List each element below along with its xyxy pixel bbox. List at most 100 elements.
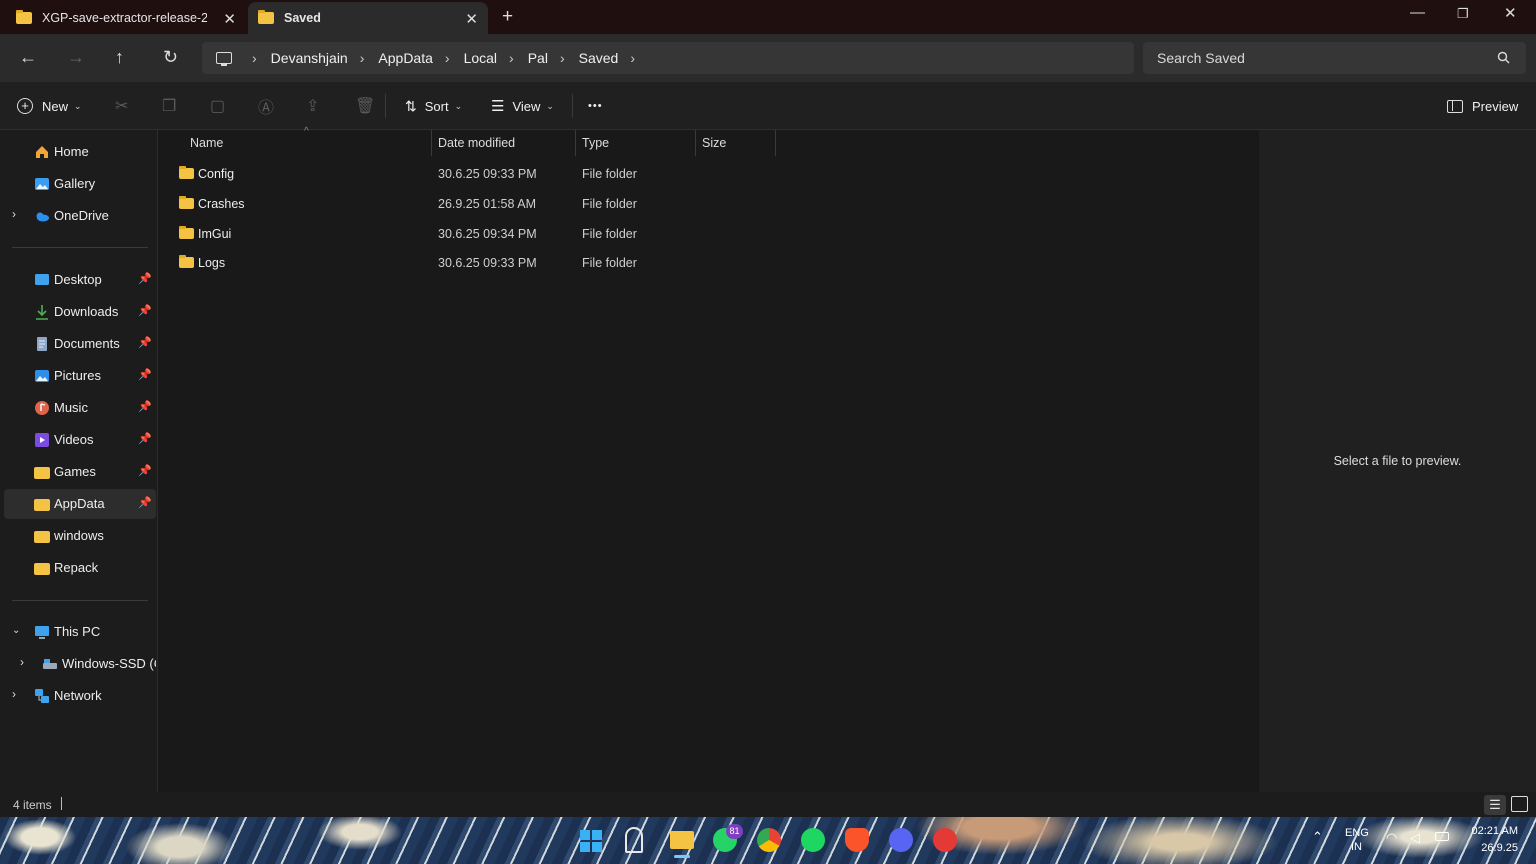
clock-date[interactable]: 26.9.25 [1466, 842, 1518, 854]
sidebar-item-pictures[interactable]: Pictures 📌 [4, 361, 156, 391]
this-pc-icon[interactable] [216, 52, 232, 66]
chevron-right-icon[interactable]: › [20, 655, 24, 669]
share-icon[interactable]: ⇪ [306, 82, 319, 130]
file-date: 26.9.25 01:58 AM [438, 197, 536, 211]
search-input[interactable]: Search Saved [1143, 42, 1526, 74]
sidebar-item-this-pc[interactable]: ⌄ This PC [4, 617, 156, 647]
pin-icon[interactable]: 📌 [138, 496, 152, 509]
sidebar-item-label: Gallery [54, 176, 96, 191]
up-arrow-icon[interactable]: ↑ [115, 47, 124, 68]
restore-button[interactable]: ❐ [1457, 6, 1469, 22]
spotify-icon[interactable] [801, 828, 825, 852]
chrome-icon[interactable] [757, 828, 781, 852]
volume-icon[interactable]: ◁ [1410, 830, 1420, 846]
cut-icon[interactable]: ✂ [115, 82, 128, 130]
file-name: Logs [198, 256, 226, 270]
chevron-up-icon[interactable]: ⌃ [1312, 829, 1323, 845]
chevron-right-icon[interactable]: › [509, 50, 514, 66]
delete-icon[interactable]: 🗑 [355, 82, 375, 130]
tiles-view-icon[interactable] [1511, 796, 1528, 812]
minimize-button[interactable]: — [1410, 4, 1425, 21]
breadcrumb-item[interactable]: Devanshjain [271, 50, 348, 66]
refresh-icon[interactable]: ↻ [163, 47, 178, 68]
file-row[interactable]: Logs 30.6.25 09:33 PM File folder [171, 248, 1247, 278]
windows-start-icon[interactable] [579, 829, 603, 853]
chevron-down-icon[interactable]: ⌄ [12, 625, 20, 636]
breadcrumb-item[interactable]: Pal [528, 50, 548, 66]
new-label: New [42, 98, 69, 114]
sidebar-item-windows[interactable]: windows [4, 521, 156, 551]
rename-icon[interactable]: Ⓐ [258, 82, 274, 130]
sidebar-item-documents[interactable]: Documents 📌 [4, 329, 156, 359]
pin-icon[interactable]: 📌 [138, 368, 152, 381]
breadcrumb-item[interactable]: Local [464, 50, 497, 66]
file-row[interactable]: Crashes 26.9.25 01:58 AM File folder [171, 189, 1247, 219]
breadcrumb-item[interactable]: AppData [378, 50, 432, 66]
brave-icon[interactable] [845, 828, 869, 852]
tab-saved[interactable]: Saved ✕ [248, 2, 488, 34]
file-row[interactable]: ImGui 30.6.25 09:34 PM File folder [171, 219, 1247, 249]
back-arrow-icon[interactable]: ← [19, 47, 37, 68]
youtube-music-icon[interactable] [933, 828, 957, 852]
clock-time[interactable]: 02:21 AM [1466, 825, 1518, 837]
copy-icon[interactable]: ❐ [162, 82, 176, 130]
pin-icon[interactable]: 📌 [138, 336, 152, 349]
details-view-icon[interactable]: ☰ [1484, 795, 1506, 815]
close-window-button[interactable]: ✕ [1504, 4, 1517, 22]
sidebar-item-windows-ssd[interactable]: › Windows-SSD (C:) [4, 649, 156, 679]
chevron-right-icon[interactable]: › [630, 50, 635, 66]
breadcrumb[interactable]: › Devanshjain › AppData › Local › Pal › … [202, 42, 1134, 74]
file-explorer-icon[interactable] [670, 831, 694, 849]
column-header-size[interactable]: Size [696, 130, 776, 156]
pin-icon[interactable]: 📌 [138, 432, 152, 445]
battery-icon[interactable] [1435, 832, 1449, 841]
search-taskbar-icon[interactable] [625, 827, 643, 853]
close-tab-icon[interactable]: ✕ [465, 10, 478, 28]
view-button[interactable]: ☰ View ⌄ [491, 82, 554, 130]
sidebar-item-desktop[interactable]: Desktop 📌 [4, 265, 156, 295]
sidebar-item-appdata[interactable]: AppData 📌 [4, 489, 156, 519]
sidebar-item-network[interactable]: › Network [4, 681, 156, 711]
sort-button[interactable]: ⇅ Sort ⌄ [405, 82, 462, 130]
discord-icon[interactable] [889, 828, 913, 852]
new-tab-button[interactable]: + [502, 6, 513, 28]
chevron-right-icon[interactable]: › [252, 50, 257, 66]
pin-icon[interactable]: 📌 [138, 304, 152, 317]
search-icon[interactable] [1497, 51, 1510, 64]
pin-icon[interactable]: 📌 [138, 464, 152, 477]
file-row[interactable]: Config 30.6.25 09:33 PM File folder [171, 159, 1247, 189]
chevron-right-icon[interactable]: › [360, 50, 365, 66]
chevron-right-icon[interactable]: › [12, 207, 16, 221]
breadcrumb-item[interactable]: Saved [579, 50, 619, 66]
taskbar: 81 ⌃ ENG IN ◠ ◁ 02:21 AM 26.9.25 [0, 817, 1536, 864]
preview-button[interactable]: Preview [1447, 82, 1518, 130]
sidebar-item-gallery[interactable]: Gallery [4, 169, 156, 199]
folder-icon [34, 499, 50, 511]
close-tab-icon[interactable]: ✕ [223, 10, 236, 28]
wifi-icon[interactable]: ◠ [1386, 830, 1397, 846]
chevron-right-icon[interactable]: › [560, 50, 565, 66]
more-options-icon[interactable]: ••• [588, 82, 603, 130]
column-header-type[interactable]: Type [576, 130, 696, 156]
view-list-icon: ☰ [491, 98, 505, 115]
sidebar-item-repack[interactable]: Repack [4, 553, 156, 583]
pin-icon[interactable]: 📌 [138, 272, 152, 285]
new-button[interactable]: + New ⌄ [17, 82, 82, 130]
file-name: Config [198, 167, 235, 181]
sidebar-item-downloads[interactable]: Downloads 📌 [4, 297, 156, 327]
pin-icon[interactable]: 📌 [138, 400, 152, 413]
sidebar-item-games[interactable]: Games 📌 [4, 457, 156, 487]
sidebar-item-music[interactable]: Music 📌 [4, 393, 156, 423]
sidebar-item-videos[interactable]: Videos 📌 [4, 425, 156, 455]
column-header-name[interactable]: Name [184, 130, 432, 156]
chevron-right-icon[interactable]: › [445, 50, 450, 66]
title-bar: XGP-save-extractor-release-20 ✕ Saved ✕ … [0, 0, 1536, 34]
tab-xgp-save-extractor[interactable]: XGP-save-extractor-release-20 ✕ [6, 2, 246, 34]
forward-arrow-icon[interactable]: → [67, 47, 85, 68]
language-indicator[interactable]: ENG [1345, 827, 1369, 839]
sidebar-item-home[interactable]: Home [4, 137, 156, 167]
column-header-date[interactable]: Date modified [432, 130, 576, 156]
sidebar-item-onedrive[interactable]: › OneDrive [4, 201, 156, 231]
chevron-right-icon[interactable]: › [12, 687, 16, 701]
paste-icon[interactable]: ▢ [210, 82, 225, 130]
